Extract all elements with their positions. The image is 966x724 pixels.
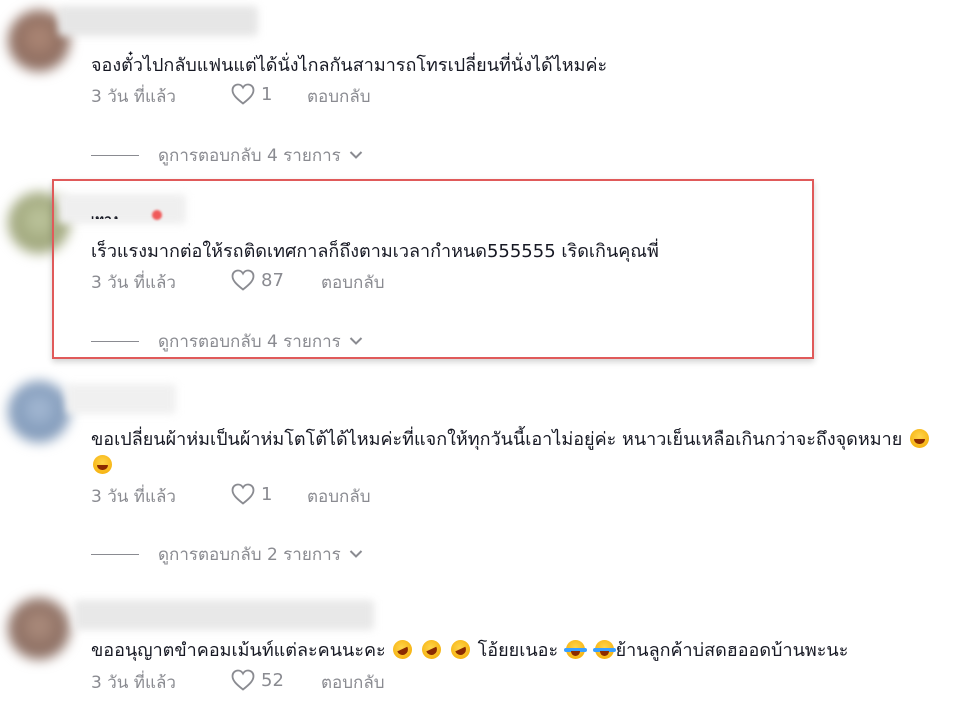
view-replies-label: ดูการตอบกลับ 4 รายการ [158, 145, 341, 166]
grinning-squinting-face-emoji [909, 429, 929, 448]
face-with-tears-of-joy-emoji [592, 640, 616, 659]
comment-text: ขอเปลี่ยนผ้าห่มเป็นผ้าห่มโตโต้ได้ไหมค่ะท… [91, 427, 957, 479]
rolling-on-floor-laughing-emoji [447, 636, 474, 663]
comment-text: ขออนุญาตขำคอมเม้นท์แต่ละคนนะคะ โอ้ยยเนอะ… [91, 636, 849, 664]
grinning-squinting-face-emoji [93, 455, 112, 474]
comment-text: จองตั๋วไปกลับแฟนแต่ได้นั่งไกลกันสามารถโท… [91, 55, 608, 76]
heart-outline-icon [231, 269, 255, 291]
divider-line [91, 154, 139, 156]
heart-outline-icon [231, 83, 255, 105]
comment-text-part: ขออนุญาตขำคอมเม้นท์แต่ละคนนะคะ [91, 640, 386, 661]
heart-outline-icon [231, 483, 255, 505]
like-button[interactable]: 1 [231, 483, 272, 505]
username-blurred[interactable] [58, 6, 258, 36]
like-count: 1 [261, 83, 273, 105]
like-count: 52 [261, 669, 284, 691]
like-button[interactable]: 87 [231, 269, 284, 291]
username-blurred[interactable] [74, 600, 374, 630]
divider-line [91, 553, 139, 555]
divider-line [91, 340, 139, 342]
reply-button[interactable]: ตอบกลับ [321, 269, 385, 296]
comment-text-body: ขอเปลี่ยนผ้าห่มเป็นผ้าห่มโตโต้ได้ไหมค่ะท… [91, 429, 903, 450]
chevron-down-icon [349, 337, 363, 345]
reply-button[interactable]: ตอบกลับ [321, 669, 385, 696]
like-button[interactable]: 52 [231, 669, 284, 691]
comment-timestamp: 3 วัน ที่แล้ว [91, 273, 176, 293]
view-replies-button[interactable]: ดูการตอบกลับ 2 รายการ [91, 542, 363, 566]
username-partial[interactable]: เทอง [91, 209, 118, 219]
view-replies-label: ดูการตอบกลับ 4 รายการ [158, 331, 341, 352]
like-count: 1 [261, 483, 273, 505]
like-button[interactable]: 1 [231, 83, 272, 105]
comment-timestamp: 3 วัน ที่แล้ว [91, 487, 176, 507]
username-blurred[interactable] [66, 384, 176, 414]
comment-timestamp: 3 วัน ที่แล้ว [91, 673, 176, 693]
comment-text-part: ย้านลูกค้าบ่สดฮออดบ้านพะนะ [615, 640, 849, 661]
reply-button[interactable]: ตอบกลับ [307, 83, 371, 110]
like-count: 87 [261, 269, 284, 291]
comment-text-part: โอ้ยยเนอะ [477, 640, 559, 661]
comment-text: เร็วแรงมากต่อให้รถติดเทศกาลก็ถึงตามเวลาก… [91, 241, 659, 262]
heart-outline-icon [231, 669, 255, 691]
badge-dot [152, 210, 162, 220]
view-replies-label: ดูการตอบกลับ 2 รายการ [158, 544, 341, 565]
avatar[interactable] [8, 598, 70, 660]
rolling-on-floor-laughing-emoji [390, 636, 416, 663]
face-with-tears-of-joy-emoji [563, 640, 587, 659]
reply-button[interactable]: ตอบกลับ [307, 483, 371, 510]
view-replies-button[interactable]: ดูการตอบกลับ 4 รายการ [91, 143, 363, 167]
chevron-down-icon [349, 550, 363, 558]
comment-timestamp: 3 วัน ที่แล้ว [91, 87, 176, 107]
view-replies-button[interactable]: ดูการตอบกลับ 4 รายการ [91, 329, 363, 353]
chevron-down-icon [349, 151, 363, 159]
username-blurred[interactable] [58, 194, 186, 224]
rolling-on-floor-laughing-emoji [419, 636, 445, 663]
avatar[interactable] [8, 381, 70, 443]
